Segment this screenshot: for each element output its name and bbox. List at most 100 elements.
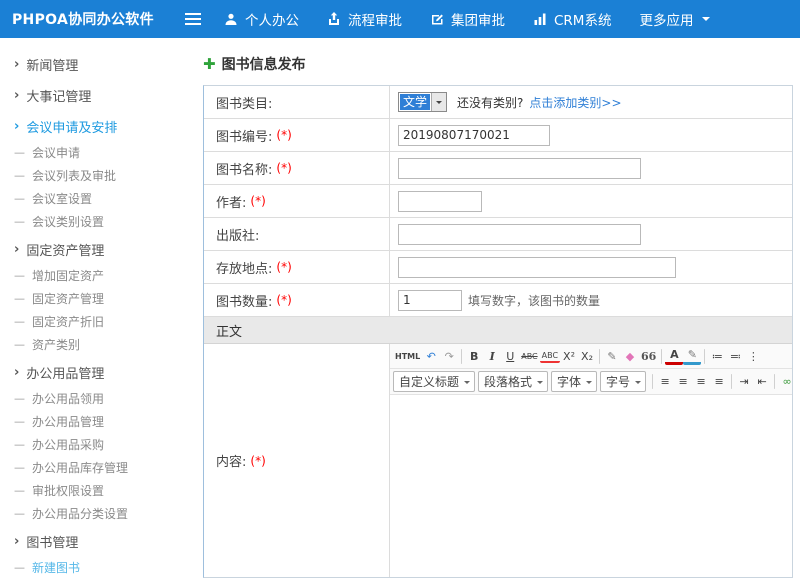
sidebar-item-prefix-icon: — xyxy=(14,292,25,305)
form-row-category: 图书类目: 文学 还没有类别? 点击添加类别>> xyxy=(204,86,792,119)
nav-personal-office[interactable]: 个人办公 xyxy=(210,0,313,38)
book-name-input[interactable] xyxy=(398,158,641,179)
rich-text-editor: HTML ↶ ↷ B I U xyxy=(390,344,792,577)
toolbar-button[interactable]: ⇤ xyxy=(753,372,771,392)
category-select[interactable]: 文学 xyxy=(398,92,447,112)
field-label-cell: 图书名称: (*) xyxy=(204,152,390,184)
nav-label: 集团审批 xyxy=(451,9,505,29)
toolbar-button[interactable]: ∞ xyxy=(778,372,792,392)
toolbar-button[interactable] xyxy=(652,374,653,389)
toolbar-button[interactable]: 字体 xyxy=(551,371,597,392)
toolbar-button[interactable]: HTML xyxy=(393,346,422,366)
sidebar-item-label: 固定资产管理 xyxy=(26,240,104,259)
book-number-input[interactable] xyxy=(398,125,550,146)
toolbar-button[interactable]: B xyxy=(465,346,483,366)
toolbar-button[interactable]: ◆ xyxy=(621,346,639,366)
sidebar-item[interactable]: — 办公用品采购 xyxy=(0,433,176,456)
toolbar-button[interactable]: I xyxy=(483,346,501,366)
sidebar-item-prefix-icon: — xyxy=(14,415,25,428)
toolbar-button[interactable]: 66 xyxy=(639,346,658,366)
quantity-input[interactable] xyxy=(398,290,462,311)
sidebar-item[interactable]: › 固定资产管理 xyxy=(0,235,176,264)
toolbar-button[interactable]: 段落格式 xyxy=(478,371,548,392)
toolbar-button[interactable]: ≡ xyxy=(710,372,728,392)
app-logo: PHPOA协同办公软件 xyxy=(0,9,176,29)
sidebar-item-label: 办公用品管理 xyxy=(26,363,104,382)
sidebar-item-label: 新闻管理 xyxy=(26,55,78,74)
sidebar-item[interactable]: — 会议室设置 xyxy=(0,187,176,210)
form-row-book-number: 图书编号: (*) xyxy=(204,119,792,152)
toolbar-button[interactable]: 自定义标题 xyxy=(393,371,475,392)
nav-more-apps[interactable]: 更多应用 xyxy=(625,0,724,38)
toolbar-button[interactable]: ↶ xyxy=(422,346,440,366)
sidebar-item[interactable]: — 固定资产管理 xyxy=(0,287,176,310)
sidebar-item-prefix-icon: — xyxy=(14,169,25,182)
sidebar-item[interactable]: › 办公用品管理 xyxy=(0,358,176,387)
sidebar-item[interactable]: › 图书管理 xyxy=(0,527,176,556)
toolbar-button[interactable] xyxy=(461,349,462,364)
toolbar-button[interactable] xyxy=(599,349,600,364)
toolbar-button[interactable]: ABC xyxy=(540,349,560,363)
nav-crm-system[interactable]: CRM系统 xyxy=(519,0,625,38)
toolbar-button[interactable]: ABC xyxy=(519,346,539,366)
nav-process-approval[interactable]: 流程审批 xyxy=(313,0,416,38)
nav-label: CRM系统 xyxy=(554,9,611,29)
toolbar-button[interactable]: X² xyxy=(560,346,578,366)
toolbar-button[interactable]: ✎ xyxy=(603,346,621,366)
category-selected-value: 文学 xyxy=(400,94,430,110)
toolbar-button[interactable]: ✎ xyxy=(683,348,701,365)
toolbar-button[interactable]: ⇥ xyxy=(735,372,753,392)
toolbar-button[interactable]: 字号 xyxy=(600,371,646,392)
sidebar-item[interactable]: — 办公用品管理 xyxy=(0,410,176,433)
toolbar-button[interactable]: ≔ xyxy=(708,346,726,366)
section-header-body-text: 正文 xyxy=(204,317,792,344)
field-label-cell: 图书编号: (*) xyxy=(204,119,390,151)
sidebar-item[interactable]: › 会议申请及安排 xyxy=(0,112,176,141)
sidebar-item[interactable]: — 会议申请 xyxy=(0,141,176,164)
toolbar-button[interactable]: ≡ xyxy=(656,372,674,392)
sidebar-item[interactable]: — 办公用品库存管理 xyxy=(0,456,176,479)
toolbar-button[interactable] xyxy=(774,374,775,389)
sidebar-menu: › 新闻管理 › 大事记管理 › 会议申请及安排 — 会议申请 — 会议列表及审… xyxy=(0,38,176,578)
sidebar-item[interactable]: — 会议类别设置 xyxy=(0,210,176,233)
toolbar-button[interactable]: U xyxy=(501,346,519,366)
sidebar-item-prefix-icon: — xyxy=(14,146,25,159)
field-label-cell: 存放地点: (*) xyxy=(204,251,390,283)
sidebar-item[interactable]: — 资产类别 xyxy=(0,333,176,356)
toolbar-button[interactable]: X₂ xyxy=(578,346,596,366)
menu-toggle-button[interactable] xyxy=(176,0,210,38)
field-label: 内容: xyxy=(216,451,246,470)
nav-label: 更多应用 xyxy=(639,9,693,29)
add-category-link[interactable]: 点击添加类别>> xyxy=(529,94,621,111)
toolbar-button[interactable] xyxy=(731,374,732,389)
publisher-input[interactable] xyxy=(398,224,641,245)
toolbar-button[interactable]: ≡ xyxy=(674,372,692,392)
field-label-cell: 内容: (*) xyxy=(204,344,390,577)
toolbar-button[interactable] xyxy=(704,349,705,364)
toolbar-button[interactable]: A xyxy=(665,348,683,365)
person-icon xyxy=(224,12,238,26)
sidebar-item-prefix-icon: › xyxy=(14,57,19,72)
sidebar-item-prefix-icon: — xyxy=(14,461,25,474)
toolbar-button[interactable]: ≡ xyxy=(692,372,710,392)
editor-content-area[interactable] xyxy=(390,395,792,577)
sidebar-item-prefix-icon: — xyxy=(14,392,25,405)
sidebar-item[interactable]: — 新建图书 xyxy=(0,556,176,578)
sidebar-item[interactable]: — 办公用品分类设置 xyxy=(0,502,176,525)
toolbar-button[interactable]: ↷ xyxy=(440,346,458,366)
sidebar-item-label: 固定资产折旧 xyxy=(32,313,104,330)
sidebar-item[interactable]: › 大事记管理 xyxy=(0,81,176,110)
toolbar-button[interactable] xyxy=(661,349,662,364)
toolbar-button[interactable]: ⋮ xyxy=(744,346,762,366)
author-input[interactable] xyxy=(398,191,482,212)
toolbar-button[interactable]: ≕ xyxy=(726,346,744,366)
nav-group-approval[interactable]: 集团审批 xyxy=(416,0,519,38)
sidebar-item[interactable]: — 增加固定资产 xyxy=(0,264,176,287)
sidebar-item[interactable]: — 审批权限设置 xyxy=(0,479,176,502)
field-label-cell: 图书类目: xyxy=(204,86,390,118)
sidebar-item[interactable]: — 会议列表及审批 xyxy=(0,164,176,187)
sidebar-item[interactable]: — 办公用品领用 xyxy=(0,387,176,410)
location-input[interactable] xyxy=(398,257,676,278)
sidebar-item[interactable]: › 新闻管理 xyxy=(0,50,176,79)
sidebar-item[interactable]: — 固定资产折旧 xyxy=(0,310,176,333)
